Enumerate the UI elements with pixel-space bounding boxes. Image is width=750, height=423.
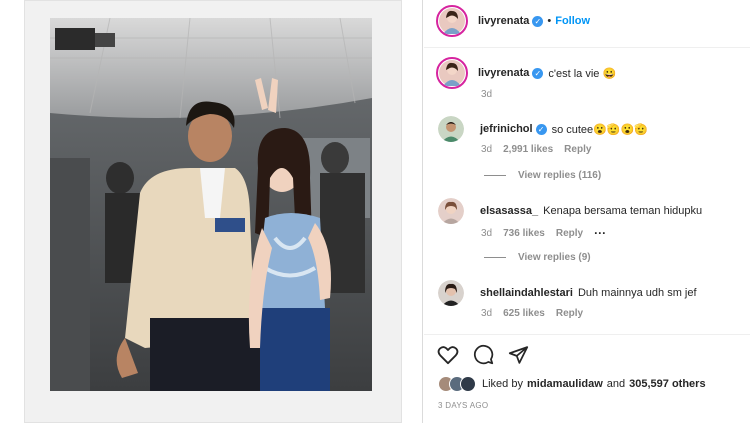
caption-row: livyrenata ✓ c'est la vie 😀 <box>436 57 616 89</box>
comment-icon[interactable] <box>473 344 494 365</box>
liked-by-prefix: Liked by <box>482 378 523 390</box>
polaroid-frame <box>24 0 402 423</box>
comment-meta: 3d 625 likes Reply <box>481 308 583 319</box>
verified-badge-icon: ✓ <box>532 67 544 79</box>
comment-row: elsasassa_ Kenapa bersama teman hidupku <box>438 198 702 224</box>
comment-text: Duh mainnya udh sm jef <box>577 287 697 299</box>
follow-button[interactable]: Follow <box>555 15 590 27</box>
comment-time[interactable]: 3d <box>481 144 492 155</box>
liked-by-others[interactable]: 305,597 others <box>629 378 705 390</box>
view-replies-button[interactable]: View replies (9) <box>484 252 591 263</box>
commenter-avatar[interactable] <box>438 116 464 142</box>
caption-time[interactable]: 3d <box>481 89 492 100</box>
reply-button[interactable]: Reply <box>556 228 583 239</box>
post-date[interactable]: 3 DAYS AGO <box>438 401 488 410</box>
liked-by-and: and <box>606 378 626 390</box>
dot-separator: • <box>547 15 552 27</box>
comment-time[interactable]: 3d <box>481 228 492 239</box>
heart-icon[interactable] <box>437 345 459 365</box>
comment-username[interactable]: elsasassa_ <box>480 205 538 217</box>
post-media-panel <box>0 0 423 423</box>
reply-button[interactable]: Reply <box>556 308 583 319</box>
comment-username[interactable]: jefrinichol <box>480 123 533 135</box>
author-avatar[interactable] <box>436 5 468 37</box>
caption-text: c'est la vie 😀 <box>548 67 617 80</box>
reply-button[interactable]: Reply <box>564 144 591 155</box>
actions-divider <box>424 334 750 335</box>
replies-line <box>484 257 506 258</box>
comment-text: Kenapa bersama teman hidupku <box>543 205 703 217</box>
share-icon[interactable] <box>508 345 529 365</box>
comment-time[interactable]: 3d <box>481 308 492 319</box>
comment-meta: 3d 2,991 likes Reply <box>481 144 591 155</box>
liker-avatar <box>460 376 476 392</box>
comment-row: shellaindahlestari Duh mainnya udh sm je… <box>438 280 697 306</box>
verified-badge-icon: ✓ <box>535 123 547 135</box>
comment-likes[interactable]: 736 likes <box>503 228 545 239</box>
liked-by-user[interactable]: midamaulidaw <box>527 378 603 390</box>
comment-username[interactable]: shellaindahlestari <box>480 287 573 299</box>
replies-line <box>484 175 506 176</box>
view-replies-label: View replies (116) <box>518 170 602 181</box>
action-bar <box>437 344 529 365</box>
header-divider <box>424 47 750 48</box>
comment-text: so cutee😮🫡😮🫡 <box>551 123 648 136</box>
verified-badge-icon: ✓ <box>532 15 544 27</box>
more-options-icon[interactable]: ··· <box>594 226 606 240</box>
caption-avatar[interactable] <box>436 57 468 89</box>
author-username[interactable]: livyrenata <box>478 15 529 27</box>
post-photo[interactable] <box>50 18 372 391</box>
comment-row: jefrinichol ✓ so cutee😮🫡😮🫡 <box>438 116 648 142</box>
post-header: livyrenata ✓ • Follow <box>436 5 590 37</box>
comment-likes[interactable]: 625 likes <box>503 308 545 319</box>
liker-avatars[interactable] <box>438 376 476 392</box>
comment-meta: 3d 736 likes Reply ··· <box>481 226 606 240</box>
likes-row: Liked by midamaulidaw and 305,597 others <box>438 376 706 392</box>
caption-username[interactable]: livyrenata <box>478 67 529 79</box>
commenter-avatar[interactable] <box>438 280 464 306</box>
commenter-avatar[interactable] <box>438 198 464 224</box>
comment-likes[interactable]: 2,991 likes <box>503 144 553 155</box>
view-replies-label: View replies (9) <box>518 252 591 263</box>
view-replies-button[interactable]: View replies (116) <box>484 170 601 181</box>
